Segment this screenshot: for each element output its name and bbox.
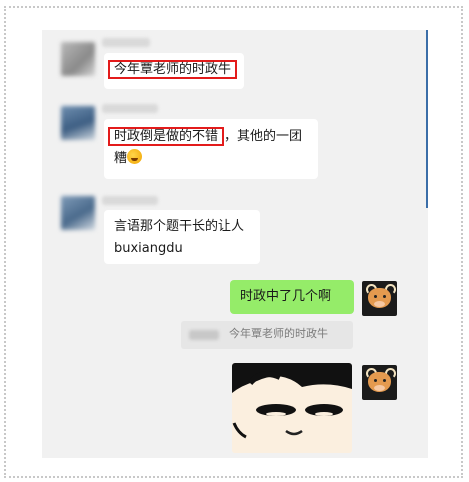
message-text: ，其他的一团	[224, 129, 303, 144]
message-bubble[interactable]: 言语那个题干长的让人 buxiangdu	[104, 210, 260, 264]
cow-eye-icon	[374, 379, 377, 382]
sender-avatar-blurred[interactable]	[61, 196, 95, 230]
laughing-crying-emoji-icon	[127, 149, 143, 164]
cow-eye-icon	[383, 295, 386, 298]
message-text: 糟	[114, 151, 128, 166]
window-edge-accent	[426, 30, 428, 208]
quoted-sender-blurred	[189, 330, 219, 340]
sender-avatar-blurred[interactable]	[61, 42, 95, 76]
message-text: buxiangdu	[114, 241, 183, 256]
message-text: 时政中了几个啊	[240, 289, 332, 304]
sticker-illustration	[232, 363, 352, 453]
sender-name-blurred	[102, 104, 158, 113]
cow-nose-icon	[374, 385, 385, 391]
crayon-shin-chan-face-sticker-icon[interactable]	[232, 363, 352, 453]
outgoing-message-bubble[interactable]: 时政中了几个啊	[230, 280, 354, 314]
sender-name-blurred	[102, 196, 158, 205]
user-avatar[interactable]	[362, 281, 397, 316]
message-text: 言语那个题干长的让人	[114, 219, 245, 234]
quoted-text: 今年覃老师的时政牛	[229, 327, 328, 340]
message-bubble[interactable]: 时政倒是做的不错 ，其他的一团 糟	[104, 119, 318, 179]
message-bubble[interactable]: 今年覃老师的时政牛	[104, 53, 244, 89]
cow-eye-icon	[383, 379, 386, 382]
user-avatar[interactable]	[362, 365, 397, 400]
cow-eye-icon	[374, 295, 377, 298]
highlighted-text: 今年覃老师的时政牛	[108, 60, 238, 79]
sender-name-blurred	[102, 38, 150, 47]
highlighted-text: 时政倒是做的不错	[108, 127, 225, 146]
cow-nose-icon	[374, 301, 385, 307]
sender-avatar-blurred[interactable]	[61, 106, 95, 140]
